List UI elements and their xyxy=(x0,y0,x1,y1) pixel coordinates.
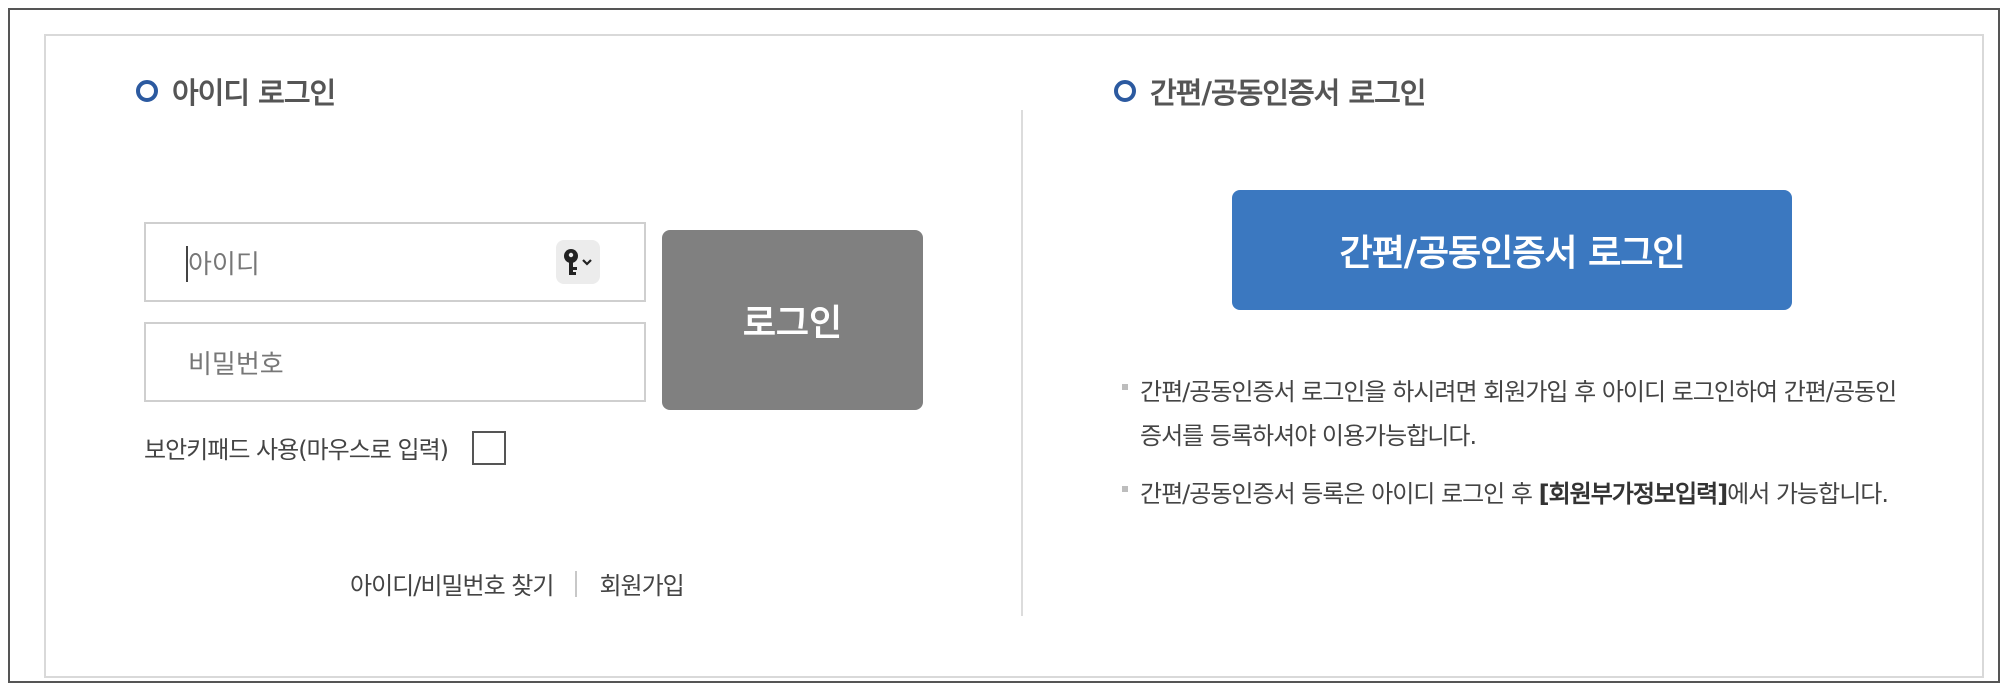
cert-note-text: 간편/공동인증서 로그인을 하시려면 회원가입 후 아이디 로그인하여 간편/공… xyxy=(1140,378,1897,450)
secure-keypad-label: 보안키패드 사용(마우스로 입력) xyxy=(144,436,449,464)
divider xyxy=(1021,110,1023,616)
key-icon xyxy=(564,249,592,275)
secure-keypad-row: 보안키패드 사용(마우스로 입력) xyxy=(144,430,507,465)
chevron-down-icon xyxy=(582,259,592,266)
link-separator xyxy=(575,570,578,597)
bullet-icon xyxy=(1122,384,1128,390)
cert-note: 간편/공동인증서 등록은 아이디 로그인 후 [회원부가정보입력]에서 가능합니… xyxy=(1122,472,1912,516)
id-login-title: 아이디 로그인 xyxy=(136,70,336,112)
cert-notes: 간편/공동인증서 로그인을 하시려면 회원가입 후 아이디 로그인하여 간편/공… xyxy=(1122,370,1912,530)
cert-note: 간편/공동인증서 로그인을 하시려면 회원가입 후 아이디 로그인하여 간편/공… xyxy=(1122,370,1912,458)
circle-icon xyxy=(136,80,158,102)
cert-login-title-text: 간편/공동인증서 로그인 xyxy=(1150,76,1426,110)
password-input[interactable]: 비밀번호 xyxy=(144,322,646,402)
cert-login-button[interactable]: 간편/공동인증서 로그인 xyxy=(1232,190,1792,310)
login-panel: 아이디 로그인 아이디 비밀번호 로그인 보안키패드 사용(마우스로 입력) 아… xyxy=(8,8,2000,683)
signup-link[interactable]: 회원가입 xyxy=(599,566,684,601)
id-input-placeholder: 아이디 xyxy=(188,249,260,280)
login-button[interactable]: 로그인 xyxy=(662,230,923,410)
password-input-placeholder: 비밀번호 xyxy=(188,349,284,380)
id-input[interactable]: 아이디 xyxy=(144,222,646,302)
text-caret xyxy=(186,246,188,282)
cert-note-text-suffix: 에서 가능합니다. xyxy=(1727,480,1889,508)
key-dropdown-button[interactable] xyxy=(556,240,600,284)
cert-note-text-bold: [회원부가정보입력] xyxy=(1538,480,1729,508)
account-links: 아이디/비밀번호 찾기 회원가입 xyxy=(350,566,685,601)
circle-icon xyxy=(1114,80,1136,102)
bullet-icon xyxy=(1122,486,1128,492)
id-login-title-text: 아이디 로그인 xyxy=(172,76,336,110)
secure-keypad-checkbox[interactable] xyxy=(472,430,507,465)
cert-login-title: 간편/공동인증서 로그인 xyxy=(1114,70,1426,112)
cert-note-text-prefix: 간편/공동인증서 등록은 아이디 로그인 후 xyxy=(1140,480,1539,508)
find-id-password-link[interactable]: 아이디/비밀번호 찾기 xyxy=(350,566,554,601)
